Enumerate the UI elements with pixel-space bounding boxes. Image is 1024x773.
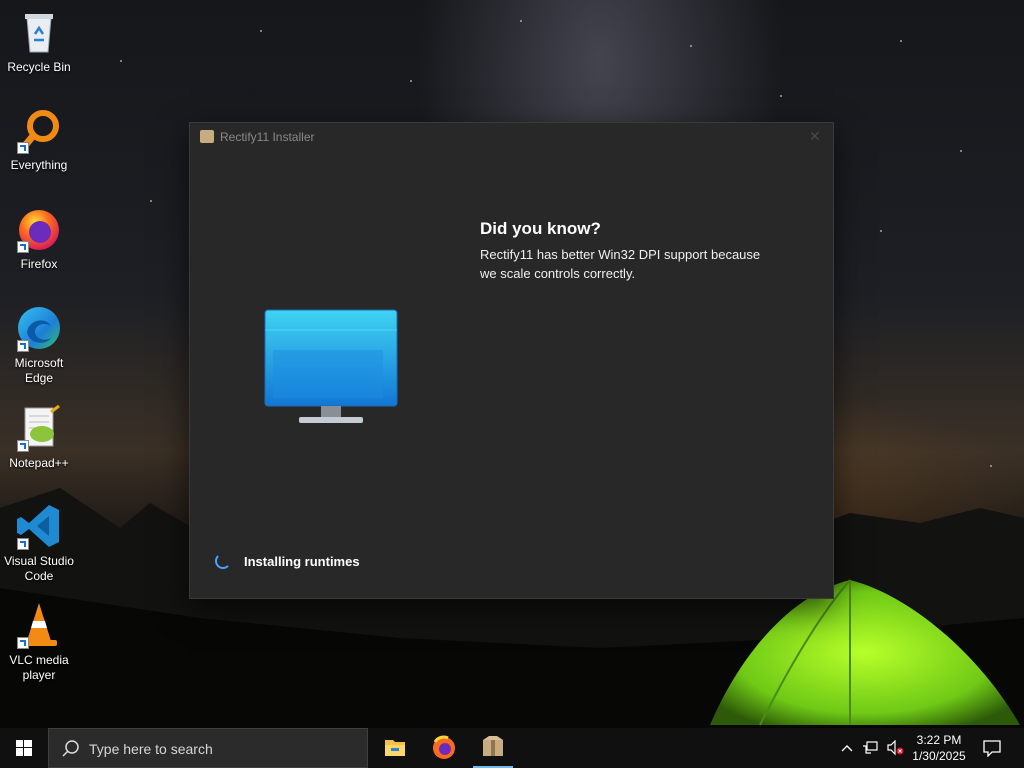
- desktop-icon-label: VLC media player: [9, 653, 69, 682]
- edge-icon: [15, 304, 63, 352]
- installer-titlebar[interactable]: Rectify11 Installer ✕: [190, 123, 833, 151]
- file-explorer-icon: [385, 740, 405, 756]
- desktop-icon-everything[interactable]: Everything: [2, 106, 76, 173]
- desktop-icon-visual-studio-code[interactable]: Visual Studio Code: [2, 502, 76, 584]
- shortcut-arrow-icon: [17, 440, 29, 452]
- desktop-icon-notepad-plus-plus[interactable]: Notepad++: [2, 404, 76, 471]
- desktop-icon-label: Firefox: [20, 257, 58, 271]
- windows-logo-icon: [16, 740, 32, 756]
- recycle-bin-icon: [15, 8, 63, 56]
- clock-time: 3:22 PM: [916, 733, 962, 747]
- taskbar-installer[interactable]: [469, 728, 517, 768]
- installer-app-icon: [200, 130, 214, 143]
- desktop-icon-label: Recycle Bin: [7, 60, 71, 74]
- firefox-icon: [15, 205, 63, 253]
- shortcut-arrow-icon: [17, 340, 29, 352]
- taskbar-search-box[interactable]: Type here to search: [48, 728, 368, 768]
- shortcut-arrow-icon: [17, 538, 29, 550]
- installer-title: Rectify11 Installer: [220, 130, 315, 144]
- desktop-icon-recycle-bin[interactable]: Recycle Bin: [2, 8, 76, 75]
- volume-muted-icon[interactable]: [886, 740, 904, 756]
- taskbar-firefox[interactable]: [420, 728, 468, 768]
- shortcut-arrow-icon: [17, 241, 29, 253]
- tip-text: Rectify11 has better Win32 DPI support b…: [480, 247, 761, 281]
- desktop-icon-label: Notepad++: [9, 456, 69, 470]
- desktop-icon-microsoft-edge[interactable]: Microsoft Edge: [2, 304, 76, 386]
- taskbar-file-explorer[interactable]: [371, 728, 419, 768]
- search-placeholder: Type here to search: [89, 741, 213, 757]
- notepad-plus-plus-icon: [15, 404, 63, 452]
- progress-spinner-icon: [215, 553, 231, 569]
- desktop-icon-vlc[interactable]: VLC media player: [2, 601, 76, 683]
- desktop-icon-label: Microsoft Edge: [14, 356, 64, 385]
- notification-center-icon[interactable]: [982, 739, 1002, 757]
- install-status: Installing runtimes: [244, 554, 360, 569]
- everything-search-icon: [15, 106, 63, 154]
- taskbar: Type here to search 3:22 PM 1/30/2025: [0, 728, 1024, 768]
- desktop-icon-firefox[interactable]: Firefox: [2, 205, 76, 272]
- vscode-icon: [15, 502, 63, 550]
- vlc-icon: [15, 601, 63, 649]
- search-icon: [62, 740, 79, 757]
- shortcut-arrow-icon: [17, 637, 29, 649]
- firefox-icon: [433, 735, 455, 759]
- clock-date: 1/30/2025: [912, 749, 966, 763]
- monitor-icon: [264, 309, 398, 423]
- chevron-up-icon[interactable]: [839, 740, 855, 756]
- network-icon[interactable]: [862, 740, 880, 756]
- tip-heading: Did you know?: [480, 219, 601, 238]
- taskbar-clock[interactable]: 3:22 PM 1/30/2025: [906, 732, 972, 764]
- installer-icon: [483, 736, 503, 756]
- desktop-icon-label: Everything: [10, 158, 68, 172]
- start-button[interactable]: [0, 728, 48, 768]
- shortcut-arrow-icon: [17, 142, 29, 154]
- installer-window[interactable]: Rectify11 Installer ✕ Did you know? Rect…: [189, 122, 834, 599]
- desktop-icon-label: Visual Studio Code: [4, 554, 74, 583]
- close-icon[interactable]: ✕: [809, 129, 823, 143]
